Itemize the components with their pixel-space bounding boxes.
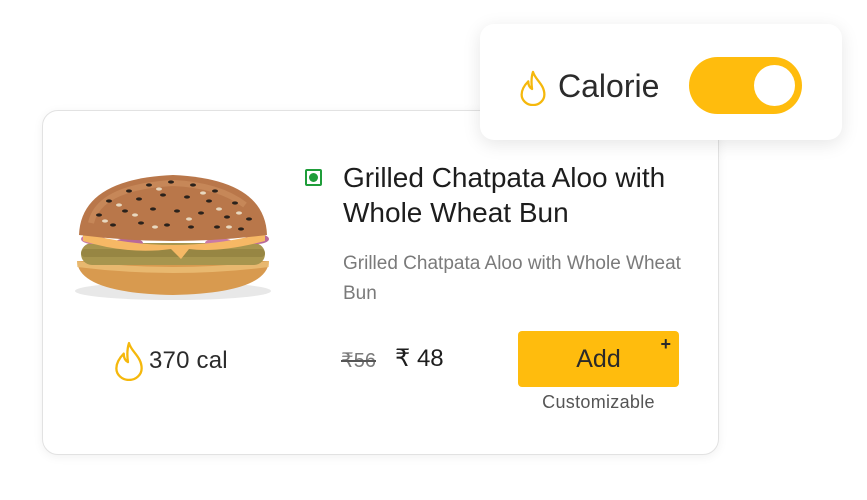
calorie-info: 370 cal [113,341,228,381]
add-button-label: Add [576,344,621,373]
calorie-toggle-panel: Calorie [480,24,842,140]
veg-icon [305,169,322,186]
original-price: ₹56 [341,350,376,372]
product-description: Grilled Chatpata Aloo with Whole Wheat B… [343,253,681,304]
plus-icon: + [660,334,671,354]
flame-icon [520,70,546,106]
product-card: 370 cal Grilled Chatpata Aloo with Whole… [42,110,719,455]
calorie-count: 370 cal [149,347,228,374]
product-title: Grilled Chatpata Aloo with Whole Wheat B… [343,162,666,228]
add-button[interactable]: Add + [518,331,679,387]
toggle-knob [754,65,795,106]
customizable-label: Customizable [542,392,655,412]
calorie-toggle-switch[interactable] [689,57,802,114]
burger-image [75,175,271,300]
current-price: ₹ 48 [395,345,444,372]
calorie-toggle-label: Calorie [558,68,660,104]
flame-icon [115,341,143,381]
